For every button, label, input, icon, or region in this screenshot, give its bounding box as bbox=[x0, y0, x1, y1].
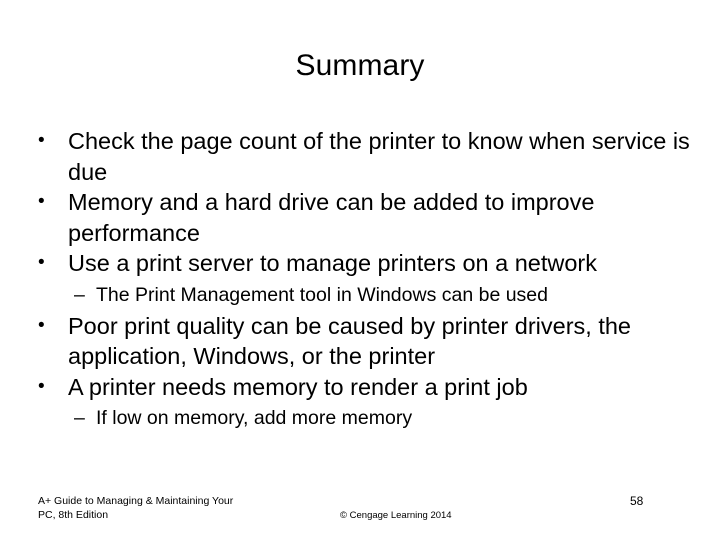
bullet-marker-icon: • bbox=[38, 314, 45, 336]
slide: Summary • Check the page count of the pr… bbox=[0, 0, 720, 540]
footer-book-title-line1: A+ Guide to Managing & Maintaining Your bbox=[38, 495, 234, 507]
list-item: • Check the page count of the printer to… bbox=[30, 126, 690, 187]
bullet-marker-icon: • bbox=[38, 130, 45, 151]
sub-list-item-label: If low on memory, add more memory bbox=[96, 407, 413, 429]
footer-book-title-line2: PC, 8th Edition bbox=[38, 509, 109, 521]
list-item-label: Use a print server to manage printers on… bbox=[68, 250, 598, 276]
list-item: • Poor print quality can be caused by pr… bbox=[30, 311, 690, 372]
list-item-label: Check the page count of the printer to k… bbox=[68, 128, 690, 185]
bullet-marker-icon: • bbox=[38, 191, 45, 212]
footer-copyright: © Cengage Learning 2014 bbox=[340, 510, 452, 521]
sub-list-item: – The Print Management tool in Windows c… bbox=[30, 281, 690, 309]
list-item-label: Memory and a hard drive can be added to … bbox=[68, 189, 595, 246]
bullet-marker-icon: • bbox=[38, 252, 45, 273]
sub-list-item-label: The Print Management tool in Windows can… bbox=[96, 283, 548, 306]
footer-book-title: A+ Guide to Managing & Maintaining Your … bbox=[38, 494, 328, 522]
page-title: Summary bbox=[295, 49, 425, 82]
bullet-marker-icon: • bbox=[38, 375, 45, 397]
list-item: • A printer needs memory to render a pri… bbox=[30, 372, 690, 403]
bullet-list: • Check the page count of the printer to… bbox=[30, 126, 690, 434]
slide-page-number: 58 bbox=[630, 494, 644, 508]
list-item-label: Poor print quality can be caused by prin… bbox=[68, 312, 631, 370]
list-item: • Memory and a hard drive can be added t… bbox=[30, 187, 690, 248]
sub-list-item: – If low on memory, add more memory bbox=[30, 404, 690, 432]
dash-marker-icon: – bbox=[74, 283, 85, 306]
list-item-label: A printer needs memory to render a print… bbox=[68, 373, 528, 400]
list-item: • Use a print server to manage printers … bbox=[30, 248, 690, 279]
dash-marker-icon: – bbox=[74, 407, 85, 429]
